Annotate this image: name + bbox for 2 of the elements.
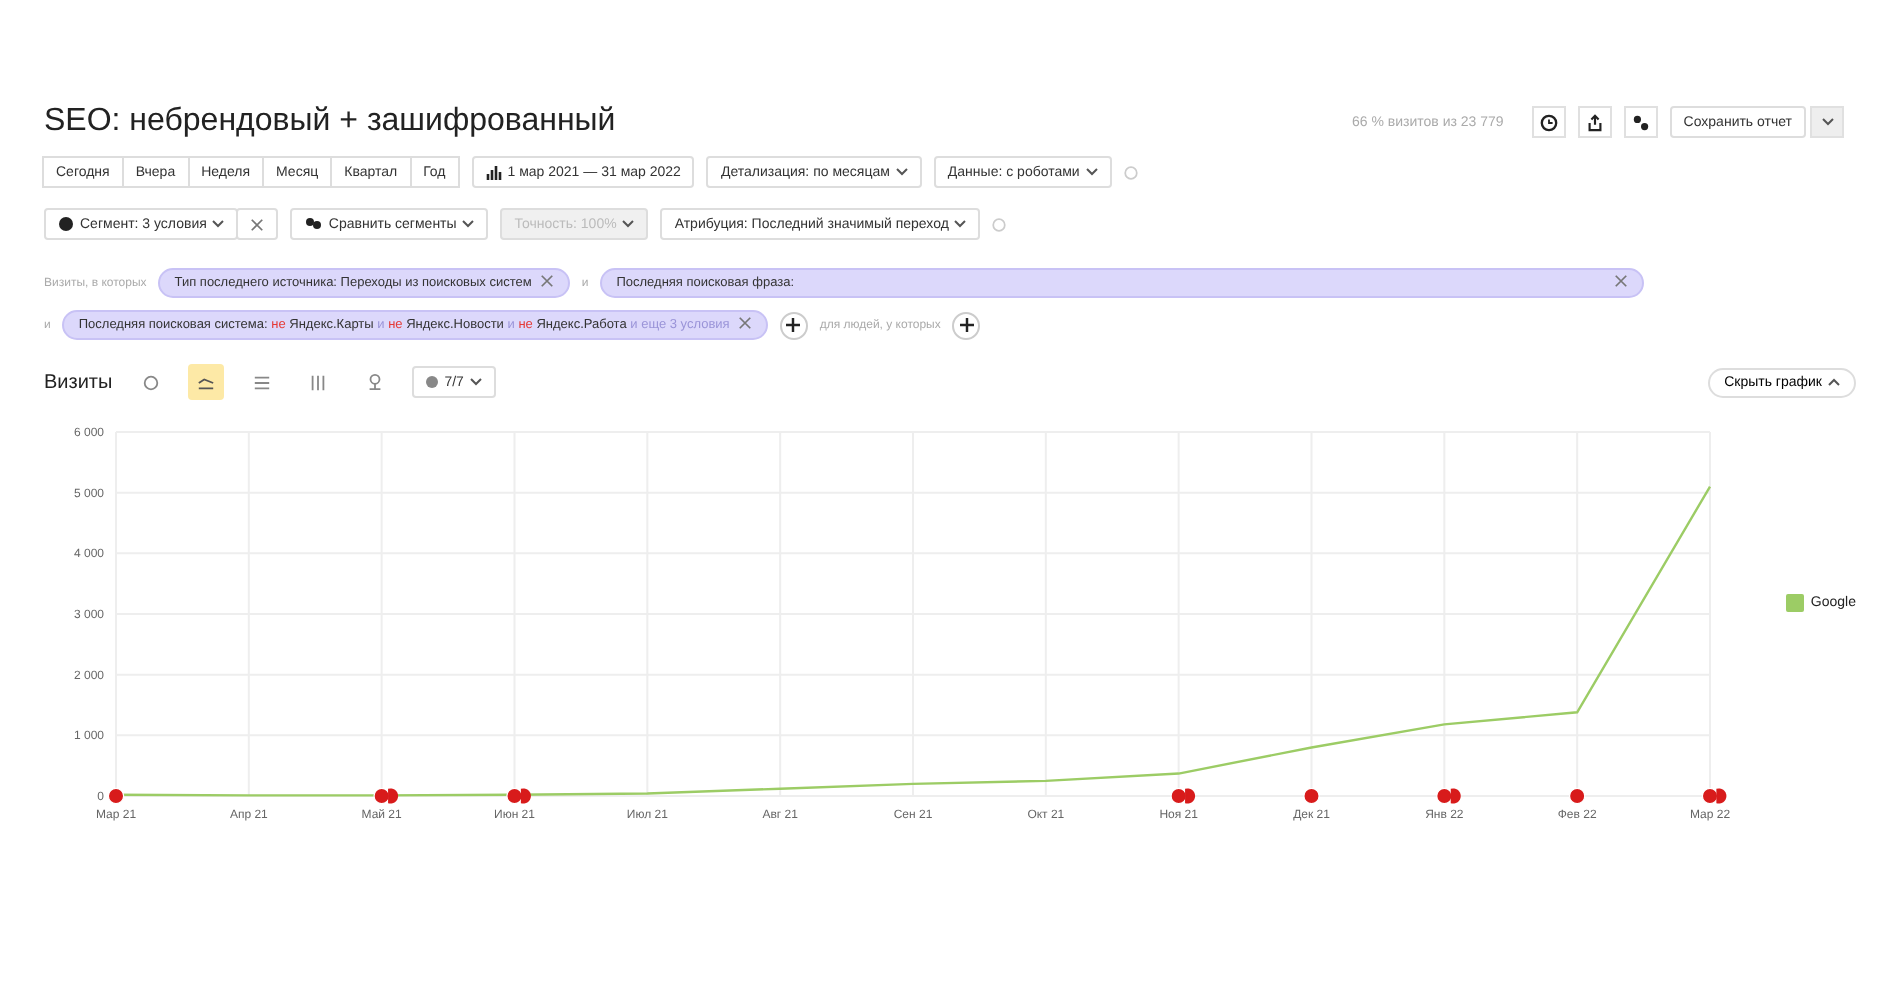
- report-title: SEO: небрендовый + зашифрованный: [44, 104, 618, 140]
- chart-title: Визиты: [44, 371, 113, 393]
